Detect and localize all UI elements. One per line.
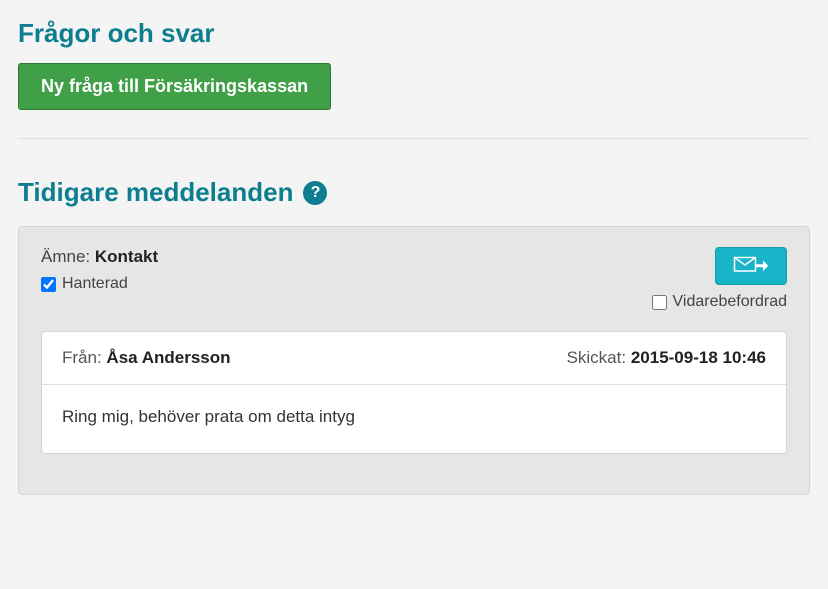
handled-label: Hanterad [62,275,128,293]
sent-label: Skickat: [567,348,627,367]
page-title: Frågor och svar [18,18,810,49]
subject-row: Ämne: Kontakt [41,247,158,267]
forward-mail-icon [733,254,769,279]
previous-messages-title: Tidigare meddelanden [18,177,293,208]
handled-checkbox-row[interactable]: Hanterad [41,275,158,293]
forward-button[interactable] [715,247,787,285]
divider [18,138,810,139]
forwarded-label: Vidarebefordrad [673,293,787,311]
sent-value: 2015-09-18 10:46 [631,348,766,367]
handled-checkbox[interactable] [41,277,56,292]
panel-right: Vidarebefordrad [652,247,787,311]
from-label: Från: [62,348,102,367]
message-from: Från: Åsa Andersson [62,348,231,368]
from-name: Åsa Andersson [106,348,230,367]
panel-left: Ämne: Kontakt Hanterad [41,247,158,293]
panel-top-row: Ämne: Kontakt Hanterad Vida [41,247,787,311]
message-panel: Ämne: Kontakt Hanterad Vida [18,226,810,495]
message-card: Från: Åsa Andersson Skickat: 2015-09-18 … [41,331,787,454]
subject-label: Ämne: [41,247,90,266]
help-icon[interactable]: ? [303,181,327,205]
message-body: Ring mig, behöver prata om detta intyg [42,385,786,453]
message-sent: Skickat: 2015-09-18 10:46 [567,348,766,368]
subject-value: Kontakt [95,247,158,266]
message-header: Från: Åsa Andersson Skickat: 2015-09-18 … [42,332,786,385]
forwarded-checkbox[interactable] [652,295,667,310]
previous-messages-header: Tidigare meddelanden ? [18,177,810,208]
forwarded-checkbox-row[interactable]: Vidarebefordrad [652,293,787,311]
new-question-button[interactable]: Ny fråga till Försäkringskassan [18,63,331,110]
